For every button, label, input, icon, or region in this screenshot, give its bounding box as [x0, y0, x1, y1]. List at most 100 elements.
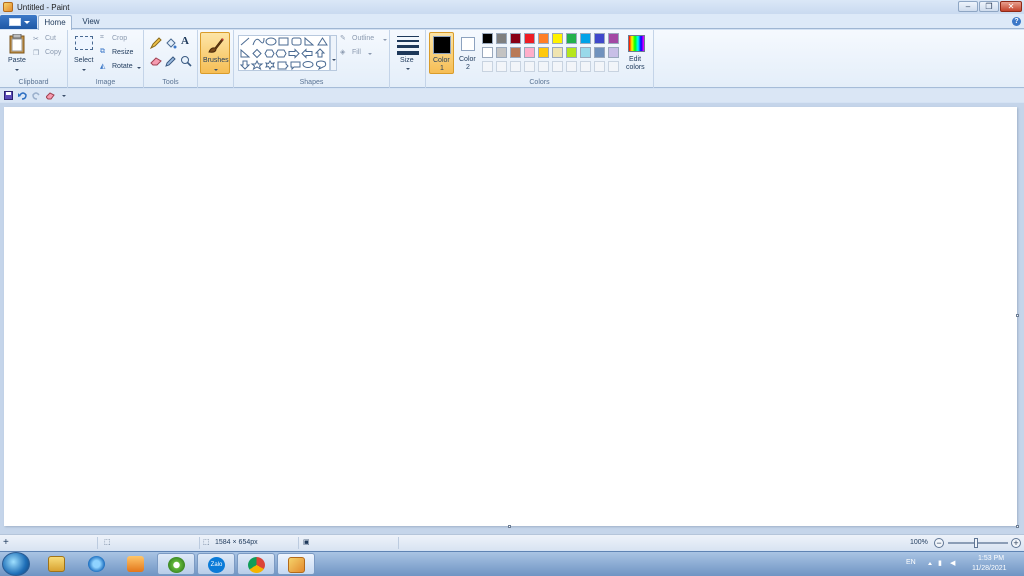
paint-app-icon[interactable]	[3, 2, 13, 12]
color-palette	[482, 33, 622, 75]
resize-handle-corner[interactable]	[1016, 525, 1019, 528]
undo-icon[interactable]	[18, 91, 27, 100]
color1-button[interactable]: Color 1	[429, 32, 454, 74]
palette-swatch[interactable]	[580, 47, 591, 58]
brushes-button[interactable]: Brushes	[200, 32, 230, 74]
palette-swatch[interactable]	[566, 33, 577, 44]
save-icon[interactable]	[4, 91, 13, 100]
color2-label-line1: Color	[459, 56, 476, 63]
help-icon[interactable]: ?	[1012, 17, 1021, 26]
customize-toolbar-chevron-icon[interactable]	[62, 95, 66, 97]
zoom-slider-thumb[interactable]	[974, 538, 978, 548]
palette-swatch[interactable]	[496, 47, 507, 58]
size-button[interactable]: Size	[394, 32, 422, 74]
paste-button[interactable]: Paste	[4, 32, 30, 74]
resize-button[interactable]: ⧉ Resize	[100, 48, 140, 59]
zoom-in-button[interactable]: +	[1011, 538, 1021, 548]
shapes-group-label: Shapes	[299, 79, 324, 86]
restore-button[interactable]: ❐	[979, 1, 999, 12]
copy-icon: ❐	[33, 50, 40, 57]
taskbar-chrome[interactable]	[237, 553, 275, 575]
zoom-out-button[interactable]: −	[934, 538, 944, 548]
media-player-icon	[127, 556, 144, 572]
taskbar-zalo[interactable]: Zalo	[197, 553, 235, 575]
cut-button[interactable]: ✂ Cut	[33, 34, 63, 45]
chevron-down-icon	[137, 67, 141, 69]
custom-color-slot[interactable]	[594, 61, 605, 72]
show-hidden-icons-icon[interactable]	[928, 562, 932, 565]
custom-color-slot[interactable]	[510, 61, 521, 72]
clock-time[interactable]: 1:53 PM	[978, 555, 1004, 562]
custom-color-slot[interactable]	[580, 61, 591, 72]
palette-swatch[interactable]	[566, 47, 577, 58]
rotate-icon: ◭	[100, 63, 106, 70]
chevron-down-icon	[82, 69, 86, 71]
palette-swatch[interactable]	[594, 47, 605, 58]
palette-swatch[interactable]	[510, 33, 521, 44]
edit-colors-label-line1: Edit	[629, 56, 642, 63]
custom-color-slot[interactable]	[608, 61, 619, 72]
language-indicator[interactable]: EN	[906, 559, 916, 566]
palette-swatch[interactable]	[552, 33, 563, 44]
magnifier-icon[interactable]	[180, 55, 192, 67]
custom-color-slot[interactable]	[524, 61, 535, 72]
custom-color-slot[interactable]	[496, 61, 507, 72]
minimize-button[interactable]: –	[958, 1, 978, 12]
eraser-icon[interactable]	[46, 91, 55, 100]
palette-swatch[interactable]	[538, 33, 549, 44]
drawing-canvas[interactable]	[4, 107, 1017, 526]
edit-colors-button[interactable]: Edit colors	[624, 32, 650, 74]
file-menu-button[interactable]	[0, 15, 37, 29]
network-icon[interactable]: ▮	[938, 559, 942, 567]
crop-icon: ⌗	[100, 34, 104, 41]
custom-color-slot[interactable]	[552, 61, 563, 72]
volume-icon[interactable]: ◀	[950, 559, 955, 567]
cursor-position-icon: +	[3, 537, 9, 548]
color2-button[interactable]: Color 2	[456, 32, 481, 74]
palette-swatch[interactable]	[496, 33, 507, 44]
palette-swatch[interactable]	[580, 33, 591, 44]
close-button[interactable]: ✕	[1000, 1, 1022, 12]
eraser-icon[interactable]	[150, 56, 162, 66]
resize-label: Resize	[112, 49, 134, 56]
custom-color-slot[interactable]	[566, 61, 577, 72]
custom-color-slot[interactable]	[482, 61, 493, 72]
palette-swatch[interactable]	[552, 47, 563, 58]
resize-handle-right[interactable]	[1016, 314, 1019, 317]
palette-swatch[interactable]	[538, 47, 549, 58]
redo-icon[interactable]	[32, 91, 41, 100]
select-button[interactable]: Select	[71, 32, 97, 74]
fill-button[interactable]: ◈ Fill	[340, 48, 388, 59]
palette-swatch[interactable]	[608, 33, 619, 44]
palette-swatch[interactable]	[482, 47, 493, 58]
palette-swatch[interactable]	[524, 33, 535, 44]
custom-color-slot[interactable]	[538, 61, 549, 72]
taskbar-coc-coc[interactable]	[157, 553, 195, 575]
copy-button[interactable]: ❐ Copy	[33, 48, 66, 59]
pencil-icon[interactable]	[150, 37, 162, 49]
palette-swatch[interactable]	[524, 47, 535, 58]
shapes-gallery[interactable]	[238, 35, 330, 71]
zoom-slider-track[interactable]	[948, 542, 1008, 544]
palette-swatch[interactable]	[608, 47, 619, 58]
taskbar-media-player[interactable]	[117, 553, 155, 575]
start-button[interactable]	[2, 552, 30, 576]
rotate-button[interactable]: ◭ Rotate	[100, 62, 142, 73]
color2-label-line2: 2	[466, 64, 470, 71]
color-picker-icon[interactable]	[165, 55, 177, 67]
crop-button[interactable]: ⌗ Crop	[100, 34, 140, 45]
shapes-scroll[interactable]	[330, 35, 337, 71]
tab-view[interactable]: View	[76, 15, 106, 30]
taskbar-internet-explorer[interactable]	[78, 553, 116, 575]
tab-home[interactable]: Home	[38, 15, 72, 30]
text-tool-icon[interactable]: A	[181, 35, 189, 47]
clock-date[interactable]: 11/28/2021	[972, 565, 1007, 572]
taskbar-paint[interactable]	[277, 553, 315, 575]
outline-button[interactable]: ✎ Outline	[340, 34, 388, 45]
palette-swatch[interactable]	[482, 33, 493, 44]
fill-bucket-icon[interactable]	[165, 37, 177, 49]
palette-swatch[interactable]	[594, 33, 605, 44]
resize-handle-bottom[interactable]	[508, 525, 511, 528]
palette-swatch[interactable]	[510, 47, 521, 58]
taskbar-explorer[interactable]	[38, 553, 76, 575]
